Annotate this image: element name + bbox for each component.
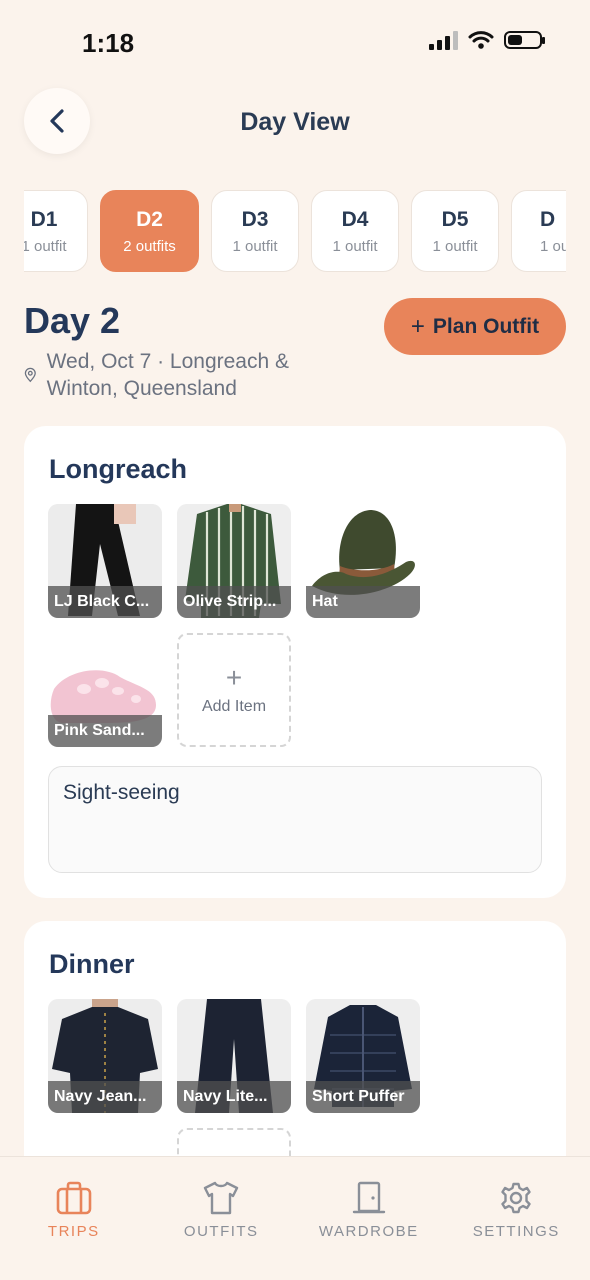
day-location: Wed, Oct 7 · Longreach & Winton, Queensl… (24, 348, 354, 402)
status-bar: 1:18 (0, 0, 590, 86)
item-label: Short Puffer (306, 1081, 420, 1113)
day-tab-count: 1 outfit (24, 237, 67, 255)
add-item-label: Add Item (201, 698, 267, 715)
day-tab-label: D1 (30, 207, 58, 231)
day-tab-label: D4 (341, 207, 369, 231)
gear-icon (501, 1182, 531, 1214)
day-tab-label: D (540, 207, 556, 231)
bottom-tab-bar: TRIPS OUTFITS WARDROBE SETTINGS (0, 1156, 590, 1280)
outfit-card-longreach: Longreach LJ Black C... Olive Strip... H… (24, 426, 566, 898)
battery-icon (504, 31, 545, 49)
day-tab-label: D3 (241, 207, 269, 231)
tab-label: SETTINGS (472, 1223, 560, 1240)
plan-outfit-button[interactable]: + Plan Outfit (384, 298, 566, 355)
day-tab-count: 2 outfits (123, 237, 176, 255)
wifi-icon (468, 31, 494, 49)
plus-icon: + (225, 662, 243, 693)
tab-label: TRIPS (47, 1223, 100, 1240)
item-label: Navy Jean... (48, 1081, 162, 1113)
day-tab-d2[interactable]: D2 2 outfits (100, 190, 199, 272)
tab-settings[interactable]: SETTINGS (443, 1157, 590, 1280)
item-label: LJ Black C... (48, 586, 162, 618)
outfit-item-pink-sandal[interactable]: Pink Sand... (48, 633, 162, 747)
day-tab-count: 1 ou (540, 237, 566, 255)
day-tab-label: D2 (136, 207, 163, 231)
outfit-title: Dinner (49, 949, 135, 979)
day-tab-count: 1 outfit (432, 237, 478, 255)
outfit-card-dinner: Dinner Navy Jean... Navy Lite... Short P… (24, 921, 566, 1242)
suitcase-icon (56, 1181, 92, 1215)
tab-outfits[interactable]: OUTFITS (148, 1157, 296, 1280)
cellular-signal-icon (429, 30, 458, 50)
tab-trips[interactable]: TRIPS (0, 1157, 148, 1280)
day-tab-d1[interactable]: D1 1 outfit (24, 190, 88, 272)
outfit-item-black-pants[interactable]: LJ Black C... (48, 504, 162, 618)
outfit-item-navy-pants[interactable]: Navy Lite... (177, 999, 291, 1113)
tab-wardrobe[interactable]: WARDROBE (295, 1157, 443, 1280)
outfit-item-hat[interactable]: Hat (306, 504, 420, 618)
day-tab-label: D5 (441, 207, 469, 231)
tab-label: WARDROBE (318, 1223, 419, 1240)
day-tab-count: 1 outfit (332, 237, 378, 255)
location-text: Wed, Oct 7 · Longreach & Winton, Queensl… (46, 350, 290, 400)
item-label: Olive Strip... (177, 586, 291, 618)
status-icons (429, 30, 545, 50)
plus-icon: + (410, 312, 425, 340)
day-tabs[interactable]: D1 1 outfit D2 2 outfits D3 1 outfit D4 … (24, 190, 566, 274)
outfit-notes-field[interactable]: Sight-seeing (48, 766, 542, 873)
day-tab-d3[interactable]: D3 1 outfit (211, 190, 299, 272)
tshirt-icon (204, 1181, 239, 1215)
door-icon (352, 1181, 385, 1214)
day-tab-count: 1 outfit (232, 237, 278, 255)
day-heading: Day 2 (24, 300, 121, 341)
item-label: Navy Lite... (177, 1081, 291, 1113)
outfit-title: Longreach (49, 454, 188, 484)
location-pin-icon (24, 367, 36, 383)
day-tab-d6[interactable]: D 1 ou (511, 190, 566, 272)
outfit-item-olive-shirt[interactable]: Olive Strip... (177, 504, 291, 618)
day-tab-d4[interactable]: D4 1 outfit (311, 190, 399, 272)
item-label: Pink Sand... (48, 715, 162, 747)
status-time: 1:18 (82, 28, 135, 58)
tab-label: OUTFITS (183, 1223, 259, 1240)
plan-outfit-label: Plan Outfit (432, 314, 540, 338)
add-item-button[interactable]: + Add Item (177, 633, 291, 747)
day-tab-d5[interactable]: D5 1 outfit (411, 190, 499, 272)
outfit-item-short-puffer[interactable]: Short Puffer (306, 999, 420, 1113)
item-label: Hat (306, 586, 420, 618)
outfit-item-navy-jean-shirt[interactable]: Navy Jean... (48, 999, 162, 1113)
page-title: Day View (240, 108, 350, 136)
